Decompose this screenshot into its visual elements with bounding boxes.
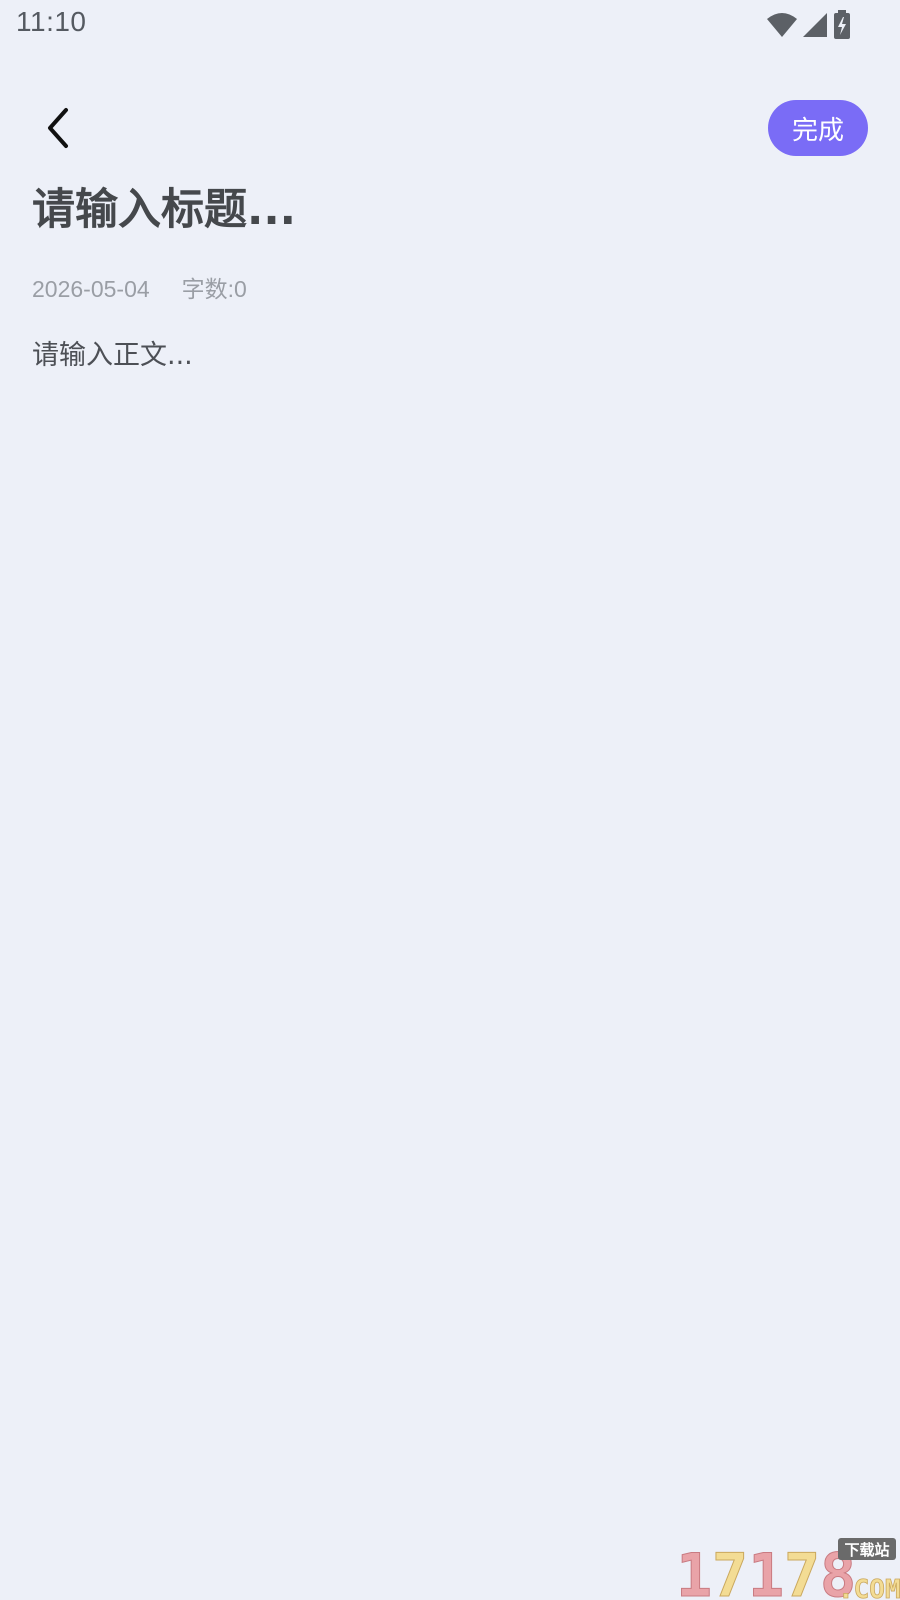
note-date: 2026-05-04 bbox=[32, 276, 150, 302]
status-bar: 11:10 bbox=[0, 0, 900, 52]
svg-text:1: 1 bbox=[676, 1541, 712, 1600]
cellular-signal-icon bbox=[803, 13, 827, 37]
svg-text:7: 7 bbox=[784, 1541, 820, 1600]
svg-text:7: 7 bbox=[712, 1541, 748, 1600]
svg-text:下载站: 下载站 bbox=[844, 1541, 889, 1559]
wifi-icon bbox=[767, 13, 797, 37]
back-button[interactable] bbox=[34, 100, 82, 156]
battery-charging-icon bbox=[834, 10, 850, 39]
svg-text:.COM: .COM bbox=[838, 1575, 900, 1600]
watermark-logo: 1 7 1 7 8 .COM 下载站 bbox=[676, 1538, 900, 1600]
done-button[interactable]: 完成 bbox=[768, 100, 868, 156]
status-time: 11:10 bbox=[16, 6, 87, 37]
body-input[interactable]: 请输入正文... bbox=[32, 336, 868, 1496]
note-meta: 2026-05-04 字数:0 bbox=[32, 272, 247, 306]
chevron-left-icon bbox=[48, 108, 68, 148]
title-input[interactable]: 请输入标题... bbox=[32, 180, 852, 240]
status-icons bbox=[766, 10, 854, 40]
svg-text:1: 1 bbox=[748, 1541, 784, 1600]
word-count: 字数:0 bbox=[181, 276, 247, 302]
